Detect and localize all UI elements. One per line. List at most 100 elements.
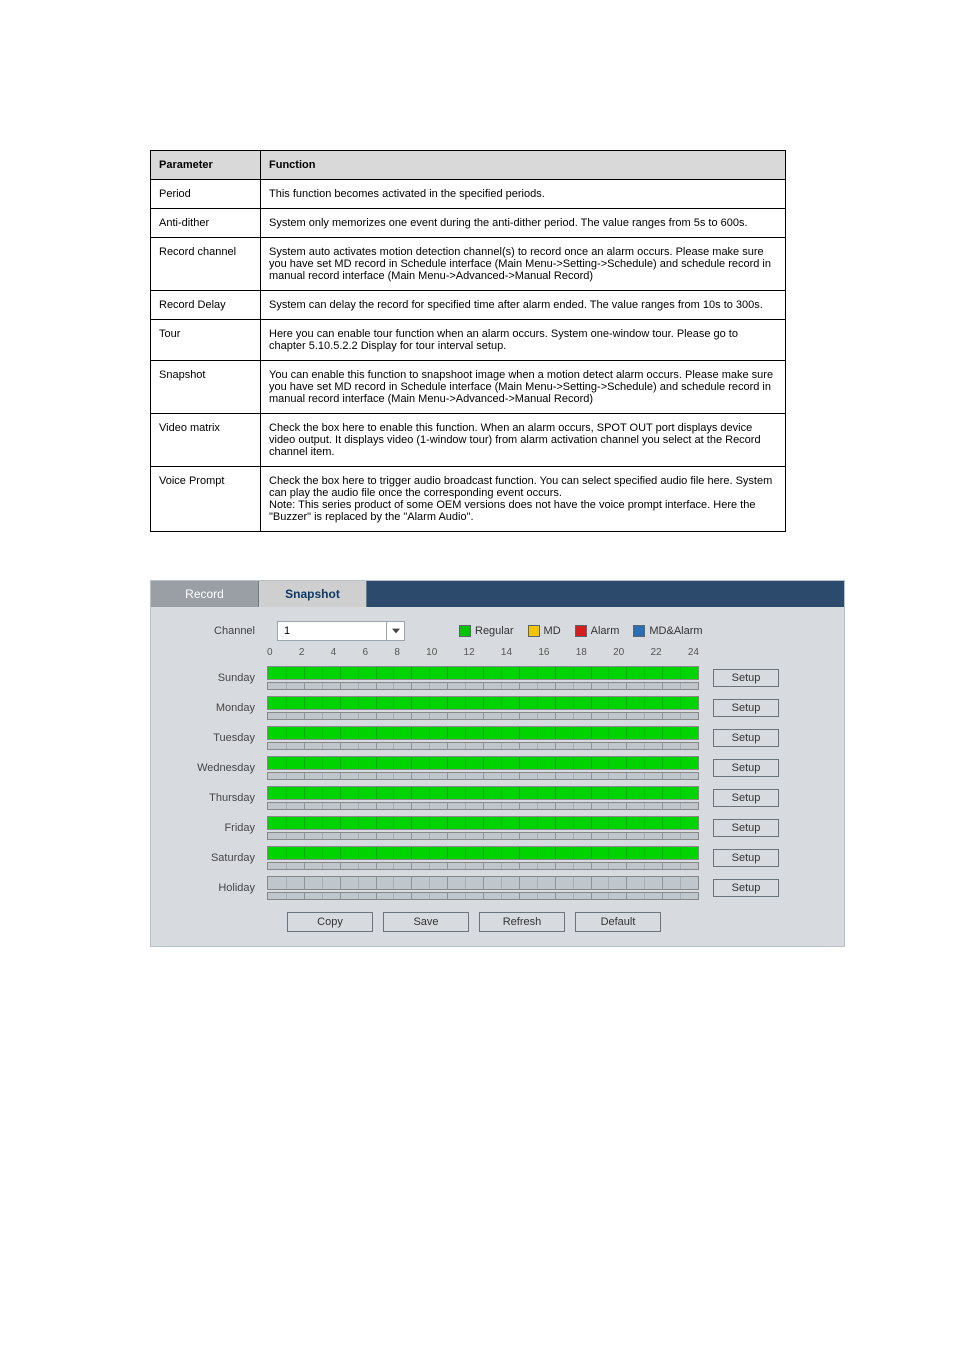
param-desc: You can enable this function to snapshoo… xyxy=(261,361,786,414)
hour-tick: 22 xyxy=(650,647,661,658)
legend-swatch-alarm xyxy=(575,625,587,637)
setup-button[interactable]: Setup xyxy=(713,789,779,807)
day-row: ThursdaySetup xyxy=(159,786,826,810)
day-bar-secondary[interactable] xyxy=(267,682,699,690)
hour-tick: 0 xyxy=(267,647,273,658)
setup-button[interactable]: Setup xyxy=(713,879,779,897)
day-label: Tuesday xyxy=(159,732,267,744)
param-name: Record channel xyxy=(151,238,261,291)
day-bars xyxy=(267,756,699,780)
day-label: Saturday xyxy=(159,852,267,864)
param-name: Anti-dither xyxy=(151,209,261,238)
tab-snapshot[interactable]: Snapshot xyxy=(259,581,367,607)
day-row: Holiday Setup xyxy=(159,876,826,900)
day-bars xyxy=(267,876,699,900)
legend-md: MD xyxy=(544,625,561,637)
param-desc: System auto activates motion detection c… xyxy=(261,238,786,291)
day-bars xyxy=(267,696,699,720)
legend-regular: Regular xyxy=(475,625,514,637)
setup-button[interactable]: Setup xyxy=(713,669,779,687)
setup-button[interactable]: Setup xyxy=(713,759,779,777)
chevron-down-icon xyxy=(386,622,404,640)
hour-tick: 16 xyxy=(538,647,549,658)
channel-select[interactable]: 1 xyxy=(277,621,405,641)
param-table: Parameter Function PeriodThis function b… xyxy=(150,150,786,532)
day-row: Wednesday Setup xyxy=(159,756,826,780)
day-bars xyxy=(267,786,699,810)
day-bar-regular[interactable] xyxy=(267,876,699,890)
day-bar-regular[interactable] xyxy=(267,846,699,860)
param-name: Video matrix xyxy=(151,414,261,467)
param-desc: Here you can enable tour function when a… xyxy=(261,320,786,361)
day-row: Sunday Setup xyxy=(159,666,826,690)
day-label: Sunday xyxy=(159,672,267,684)
day-bar-regular[interactable] xyxy=(267,816,699,830)
param-row: PeriodThis function becomes activated in… xyxy=(151,180,786,209)
channel-label: Channel xyxy=(169,625,267,637)
day-bar-secondary[interactable] xyxy=(267,802,699,810)
param-desc: This function becomes activated in the s… xyxy=(261,180,786,209)
setup-button[interactable]: Setup xyxy=(713,699,779,717)
param-name: Snapshot xyxy=(151,361,261,414)
day-bar-secondary[interactable] xyxy=(267,832,699,840)
param-row: SnapshotYou can enable this function to … xyxy=(151,361,786,414)
hour-tick: 18 xyxy=(576,647,587,658)
day-bar-regular[interactable] xyxy=(267,756,699,770)
param-name: Voice Prompt xyxy=(151,467,261,532)
tab-bar: Record Snapshot xyxy=(151,581,844,607)
day-row: Tuesday Setup xyxy=(159,726,826,750)
day-label: Friday xyxy=(159,822,267,834)
param-name: Period xyxy=(151,180,261,209)
legend-mdalarm: MD&Alarm xyxy=(649,625,702,637)
param-desc: Check the box here to enable this functi… xyxy=(261,414,786,467)
day-bar-regular[interactable] xyxy=(267,696,699,710)
refresh-button[interactable]: Refresh xyxy=(479,912,565,932)
legend-alarm: Alarm xyxy=(591,625,620,637)
setup-button[interactable]: Setup xyxy=(713,819,779,837)
param-row: TourHere you can enable tour function wh… xyxy=(151,320,786,361)
param-header-function: Function xyxy=(261,151,786,180)
param-row: Anti-ditherSystem only memorizes one eve… xyxy=(151,209,786,238)
day-bar-regular[interactable] xyxy=(267,786,699,800)
save-button[interactable]: Save xyxy=(383,912,469,932)
day-label: Monday xyxy=(159,702,267,714)
setup-button[interactable]: Setup xyxy=(713,849,779,867)
day-bar-regular[interactable] xyxy=(267,666,699,680)
hour-tick: 8 xyxy=(394,647,400,658)
default-button[interactable]: Default xyxy=(575,912,661,932)
hour-tick: 20 xyxy=(613,647,624,658)
day-label: Holiday xyxy=(159,882,267,894)
hour-tick: 12 xyxy=(464,647,475,658)
day-bar-secondary[interactable] xyxy=(267,862,699,870)
day-row: Friday Setup xyxy=(159,816,826,840)
copy-button[interactable]: Copy xyxy=(287,912,373,932)
legend-swatch-md xyxy=(528,625,540,637)
channel-select-value: 1 xyxy=(284,625,290,637)
hour-tick: 14 xyxy=(501,647,512,658)
param-row: Record channelSystem auto activates moti… xyxy=(151,238,786,291)
day-bars xyxy=(267,666,699,690)
param-row: Voice PromptCheck the box here to trigge… xyxy=(151,467,786,532)
day-bars xyxy=(267,726,699,750)
tab-filler xyxy=(367,581,844,607)
day-bar-secondary[interactable] xyxy=(267,772,699,780)
day-bar-regular[interactable] xyxy=(267,726,699,740)
param-header-parameter: Parameter xyxy=(151,151,261,180)
param-desc: Check the box here to trigger audio broa… xyxy=(261,467,786,532)
param-name: Tour xyxy=(151,320,261,361)
day-label: Wednesday xyxy=(159,762,267,774)
day-bar-secondary[interactable] xyxy=(267,742,699,750)
day-row: Saturday Setup xyxy=(159,846,826,870)
hour-tick: 6 xyxy=(362,647,368,658)
hour-tick: 4 xyxy=(331,647,337,658)
tab-record[interactable]: Record xyxy=(151,581,259,607)
day-bars xyxy=(267,846,699,870)
day-bar-secondary[interactable] xyxy=(267,892,699,900)
param-desc: System can delay the record for specifie… xyxy=(261,291,786,320)
setup-button[interactable]: Setup xyxy=(713,729,779,747)
param-row: Video matrixCheck the box here to enable… xyxy=(151,414,786,467)
day-bar-secondary[interactable] xyxy=(267,712,699,720)
param-desc: System only memorizes one event during t… xyxy=(261,209,786,238)
legend-swatch-regular xyxy=(459,625,471,637)
day-bars xyxy=(267,816,699,840)
